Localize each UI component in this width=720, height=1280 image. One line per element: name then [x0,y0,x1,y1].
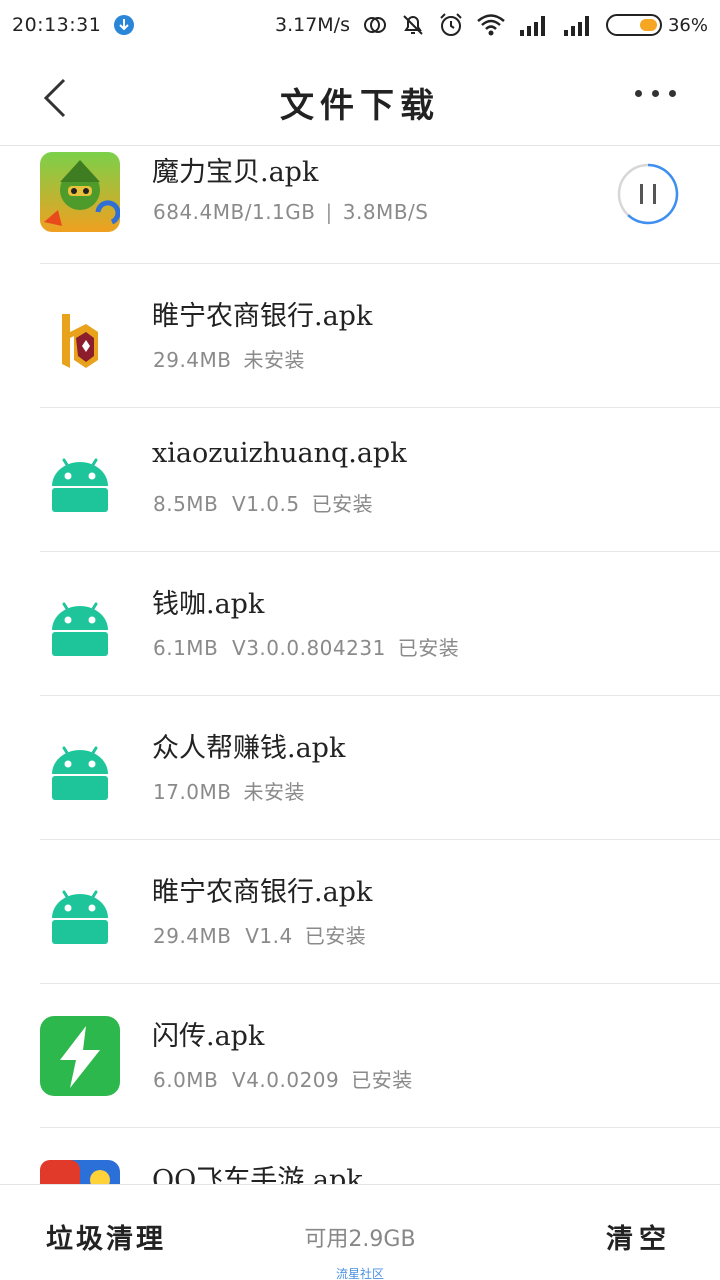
file-size: 29.4MB [153,348,232,372]
file-meta: 29.4MB V1.4 已安装 [153,920,366,949]
page-title: 文件下载 [280,86,440,126]
more-dot [652,90,659,97]
download-badge-icon [114,15,135,35]
download-item[interactable]: 睢宁农商银行.apk 29.4MB 未安装 [0,264,720,408]
install-status: 已安装 [397,636,460,660]
progress-arc [627,163,679,225]
mute-icon [403,15,423,35]
signal-icon [563,16,589,36]
watermark: 流星社区 [335,1267,384,1280]
file-meta: 8.5MB V1.0.5 已安装 [153,488,373,517]
download-item[interactable]: 众人帮赚钱.apk 17.0MB 未安装 [0,696,720,840]
file-meta: 684.4MB/1.1GB | 3.8MB/S [153,200,428,224]
install-status: 已安装 [304,924,367,948]
install-status: 已安装 [311,492,374,516]
file-version: V4.0.0209 [232,1068,340,1092]
file-name: 钱咖.apk [152,589,265,620]
file-name: 睢宁农商银行.apk [152,877,373,908]
file-version: V1.4 [245,924,293,948]
file-name: 魔力宝贝.apk [152,157,319,188]
download-speed: 3.8MB/S [342,200,429,224]
bottom-action-bar: 垃圾清理 可用2.9GB 清空 流星社区 [0,1184,720,1280]
file-meta: 17.0MB 未安装 [153,776,305,805]
battery-fill [639,19,657,31]
battery-indicator: 36% [605,14,708,36]
file-name: 闪传.apk [152,1021,265,1052]
download-item[interactable]: 睢宁农商银行.apk 29.4MB V1.4 已安装 [0,840,720,984]
file-size: 6.0MB [153,1068,219,1092]
android-icon [52,746,108,800]
file-version: V3.0.0.804231 [232,636,386,660]
status-bar: 20:13:31 3.17M/s 36% [0,0,720,50]
file-name: 睢宁农商银行.apk [152,301,373,332]
lightning-app-icon [40,1016,120,1096]
file-size: 17.0MB [153,780,232,804]
more-dot [669,90,676,97]
title-bar: 文件下载 [0,50,720,146]
pause-icon [653,184,656,204]
wifi-icon [477,14,505,36]
install-status: 未安装 [243,348,306,372]
status-time: 20:13:31 [12,14,102,36]
clear-all-button[interactable]: 清空 [606,1217,672,1256]
signal-icon [519,16,545,36]
file-name: QQ飞车手游.apk [152,1165,363,1184]
download-item[interactable]: 魔力宝贝.apk 684.4MB/1.1GB | 3.8MB/S [0,147,720,264]
more-dot [635,90,642,97]
download-item[interactable]: xiaozuizhuanq.apk 8.5MB V1.0.5 已安装 [0,408,720,552]
network-speed: 3.17M/s [274,14,350,36]
game-app-icon [40,152,120,232]
file-name: xiaozuizhuanq.apk [152,438,407,469]
file-meta: 6.0MB V4.0.0209 已安装 [153,1064,413,1093]
android-icon [52,890,108,944]
battery-icon [605,14,662,36]
pause-icon [640,184,643,204]
alarm-icon [440,13,462,36]
racing-game-icon [40,1160,120,1184]
bank-app-icon [62,314,98,368]
battery-percent: 36% [667,14,708,36]
pause-button[interactable] [616,162,680,226]
file-name: 众人帮赚钱.apk [152,733,346,764]
file-meta: 6.1MB V3.0.0.804231 已安装 [153,632,459,661]
install-status: 已安装 [351,1068,413,1092]
download-item[interactable]: 钱咖.apk 6.1MB V3.0.0.804231 已安装 [0,552,720,696]
file-size: 8.5MB [153,492,219,516]
meta-separator: | [325,200,333,224]
android-icon [52,602,108,656]
sync-icon [363,17,386,33]
file-version: V1.0.5 [232,492,300,516]
install-status: 未安装 [243,780,306,804]
download-list[interactable]: 魔力宝贝.apk 684.4MB/1.1GB | 3.8MB/S 睢宁农商银行.ap… [0,147,720,1184]
android-icon [52,458,108,512]
file-size: 29.4MB [153,924,232,948]
download-size: 684.4MB/1.1GB [153,200,316,224]
more-options-button[interactable] [635,90,676,97]
file-meta: 29.4MB 未安装 [153,344,305,373]
file-size: 6.1MB [153,636,219,660]
download-item[interactable]: 闪传.apk 6.0MB V4.0.0209 已安装 [0,984,720,1128]
download-item[interactable]: QQ飞车手游.apk [0,1128,720,1184]
